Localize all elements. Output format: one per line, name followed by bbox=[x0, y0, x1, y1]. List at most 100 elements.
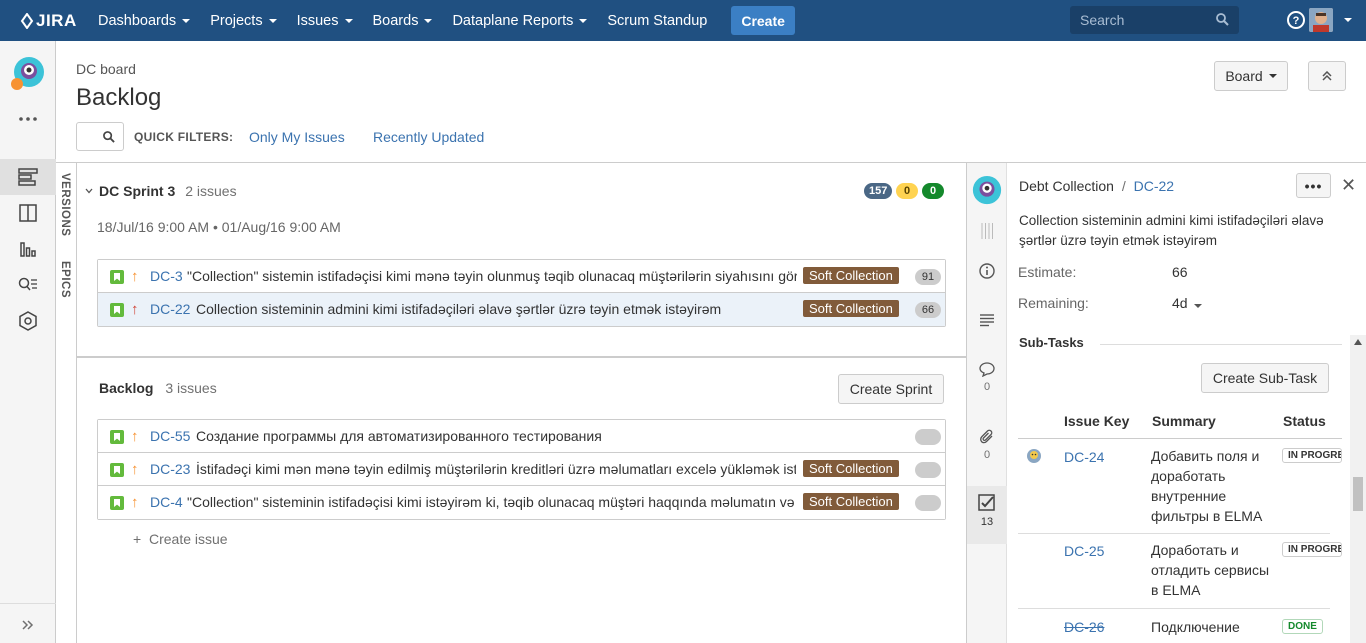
description-tab[interactable] bbox=[967, 313, 1007, 327]
nav-label: Dashboards bbox=[98, 12, 177, 29]
close-icon[interactable]: ✕ bbox=[1341, 175, 1356, 196]
column-status: Status bbox=[1283, 413, 1326, 429]
breadcrumb[interactable]: DC board bbox=[76, 61, 136, 77]
comments-tab[interactable]: 0 bbox=[967, 361, 1007, 393]
column-summary: Summary bbox=[1152, 413, 1216, 429]
logo-text: JIRA bbox=[36, 10, 77, 30]
chevron-down-icon bbox=[268, 18, 277, 23]
nav-dataplane-reports[interactable]: Dataplane Reports bbox=[442, 0, 597, 41]
epic-label[interactable]: Soft Collection bbox=[803, 493, 899, 510]
tab-versions[interactable]: VERSIONS bbox=[59, 173, 71, 236]
issue-key[interactable]: DC-3 bbox=[150, 268, 183, 284]
reports-icon bbox=[20, 242, 36, 257]
create-button[interactable]: Create bbox=[731, 6, 795, 35]
subtask-key[interactable]: DC-24 bbox=[1064, 449, 1104, 465]
nav-projects[interactable]: Projects bbox=[200, 0, 286, 41]
nav-boards[interactable]: Boards bbox=[363, 0, 443, 41]
scrollbar[interactable] bbox=[1350, 335, 1366, 643]
more-actions-button[interactable]: ••• bbox=[1296, 173, 1331, 198]
issue-row-selected[interactable]: ↑ DC-22 Collection sisteminin admini kim… bbox=[98, 293, 945, 326]
search-placeholder: Search bbox=[1080, 12, 1125, 28]
search-input[interactable]: Search bbox=[1070, 6, 1239, 34]
issue-key[interactable]: DC-55 bbox=[150, 428, 190, 444]
subtask-row[interactable]: DC-24 Добавить поля и доработать внутрен… bbox=[1018, 439, 1342, 534]
estimate-badge: 66 bbox=[915, 302, 941, 318]
subtask-key[interactable]: DC-25 bbox=[1064, 543, 1104, 559]
sidebar-item-issues[interactable] bbox=[0, 267, 56, 303]
issue-row[interactable]: ↑ DC-23 İstifadəçi kimi mən mənə təyin e… bbox=[98, 453, 945, 486]
nav-label: Scrum Standup bbox=[607, 12, 708, 29]
issue-row[interactable]: ↑ DC-3 "Collection" sistemin istifadəçis… bbox=[98, 260, 945, 293]
sprint-issue-list: ↑ DC-3 "Collection" sistemin istifadəçis… bbox=[97, 259, 946, 327]
epic-label[interactable]: Soft Collection bbox=[803, 267, 899, 284]
attachments-tab[interactable]: 0 bbox=[967, 429, 1007, 461]
remaining-value[interactable]: 4d bbox=[1172, 295, 1202, 311]
create-sprint-button[interactable]: Create Sprint bbox=[838, 374, 944, 404]
subtasks-heading: Sub-Tasks bbox=[1019, 335, 1084, 350]
project-avatar[interactable] bbox=[0, 53, 56, 93]
subtask-count: 13 bbox=[980, 516, 994, 528]
board-button-label: Board bbox=[1225, 68, 1263, 84]
subtask-row[interactable]: DC-25 Доработать и отладить сервисы в EL… bbox=[1018, 534, 1342, 609]
issue-row[interactable]: ↑ DC-55 Создание программы для автоматиз… bbox=[98, 420, 945, 453]
epic-label[interactable]: Soft Collection bbox=[803, 300, 899, 317]
sprint-issue-count: 2 issues bbox=[185, 183, 237, 199]
collapse-header-button[interactable] bbox=[1308, 61, 1346, 91]
sidebar-item-backlog[interactable] bbox=[0, 159, 56, 195]
ellipsis-icon bbox=[19, 117, 37, 121]
issue-row[interactable]: ↑ DC-4 "Collection" sisteminin istifadəç… bbox=[98, 486, 945, 519]
board-menu-button[interactable]: Board bbox=[1214, 61, 1288, 91]
backlog-name: Backlog bbox=[99, 380, 154, 396]
inprogress-estimate-badge: 0 bbox=[896, 183, 918, 199]
subtask-row[interactable]: DC-26 Подключение DONE bbox=[1018, 609, 1330, 643]
subtask-summary: Добавить поля и доработать внутренние фи… bbox=[1151, 448, 1263, 524]
issue-key-link[interactable]: DC-22 bbox=[1134, 178, 1174, 194]
more-icon[interactable] bbox=[0, 101, 56, 137]
user-avatar[interactable] bbox=[1309, 8, 1333, 32]
nav-scrum-standup[interactable]: Scrum Standup bbox=[597, 0, 717, 41]
sidebar-item-reports[interactable] bbox=[0, 231, 56, 267]
detail-breadcrumb: Debt Collection / DC-22 bbox=[1019, 178, 1174, 194]
issue-key[interactable]: DC-22 bbox=[150, 301, 190, 317]
subtasks-tab[interactable]: 13 bbox=[967, 486, 1007, 544]
filter-only-my-issues[interactable]: Only My Issues bbox=[249, 129, 345, 145]
sprint-dates: 18/Jul/16 9:00 AM • 01/Aug/16 9:00 AM bbox=[97, 219, 341, 235]
issue-key[interactable]: DC-4 bbox=[150, 494, 183, 510]
nav-label: Boards bbox=[372, 12, 419, 29]
backlog-icon bbox=[18, 168, 38, 186]
subtask-key[interactable]: DC-26 bbox=[1064, 619, 1104, 635]
story-icon bbox=[110, 496, 124, 510]
jira-logo[interactable]: JIRA bbox=[0, 0, 88, 41]
sidebar-item-active-sprints[interactable] bbox=[0, 195, 56, 231]
project-link[interactable]: Debt Collection bbox=[1019, 178, 1114, 194]
done-estimate-badge: 0 bbox=[922, 183, 944, 199]
issue-summary[interactable]: Collection sisteminin admini kimi istifa… bbox=[1019, 211, 1349, 251]
create-issue-link[interactable]: + Create issue bbox=[133, 531, 228, 547]
breadcrumb-separator: / bbox=[1121, 178, 1126, 194]
sprint-header[interactable]: DC Sprint 3 2 issues bbox=[85, 183, 237, 199]
filter-recently-updated[interactable]: Recently Updated bbox=[373, 129, 484, 145]
backlog-panel: DC Sprint 3 2 issues 157 0 0 18/Jul/16 9… bbox=[77, 163, 966, 643]
priority-major-icon: ↑ bbox=[131, 461, 139, 478]
nav-label: Projects bbox=[210, 12, 263, 29]
todo-estimate-badge: 157 bbox=[864, 183, 893, 199]
issue-key[interactable]: DC-23 bbox=[150, 461, 190, 477]
nav-issues[interactable]: Issues bbox=[287, 0, 363, 41]
estimate-value[interactable]: 66 bbox=[1172, 264, 1188, 280]
create-subtask-button[interactable]: Create Sub-Task bbox=[1201, 363, 1329, 393]
grip-icon bbox=[981, 223, 993, 239]
tab-epics[interactable]: EPICS bbox=[59, 261, 71, 298]
issue-summary: "Collection" sisteminin istifadəçisi kim… bbox=[187, 494, 797, 510]
nav-dashboards[interactable]: Dashboards bbox=[88, 0, 200, 41]
expand-sidebar-button[interactable] bbox=[0, 607, 56, 643]
sidebar-item-components[interactable] bbox=[0, 303, 56, 339]
quick-search-input[interactable] bbox=[76, 122, 124, 151]
details-tab[interactable] bbox=[967, 263, 1007, 279]
chevron-down-icon[interactable] bbox=[1344, 18, 1352, 22]
issue-type-avatar[interactable] bbox=[967, 175, 1007, 207]
epic-label[interactable]: Soft Collection bbox=[803, 460, 899, 477]
remaining-text: 4d bbox=[1172, 295, 1188, 311]
scrollbar-thumb[interactable] bbox=[1353, 477, 1363, 511]
drag-handle[interactable] bbox=[967, 223, 1007, 239]
project-avatar-icon bbox=[972, 175, 1002, 205]
